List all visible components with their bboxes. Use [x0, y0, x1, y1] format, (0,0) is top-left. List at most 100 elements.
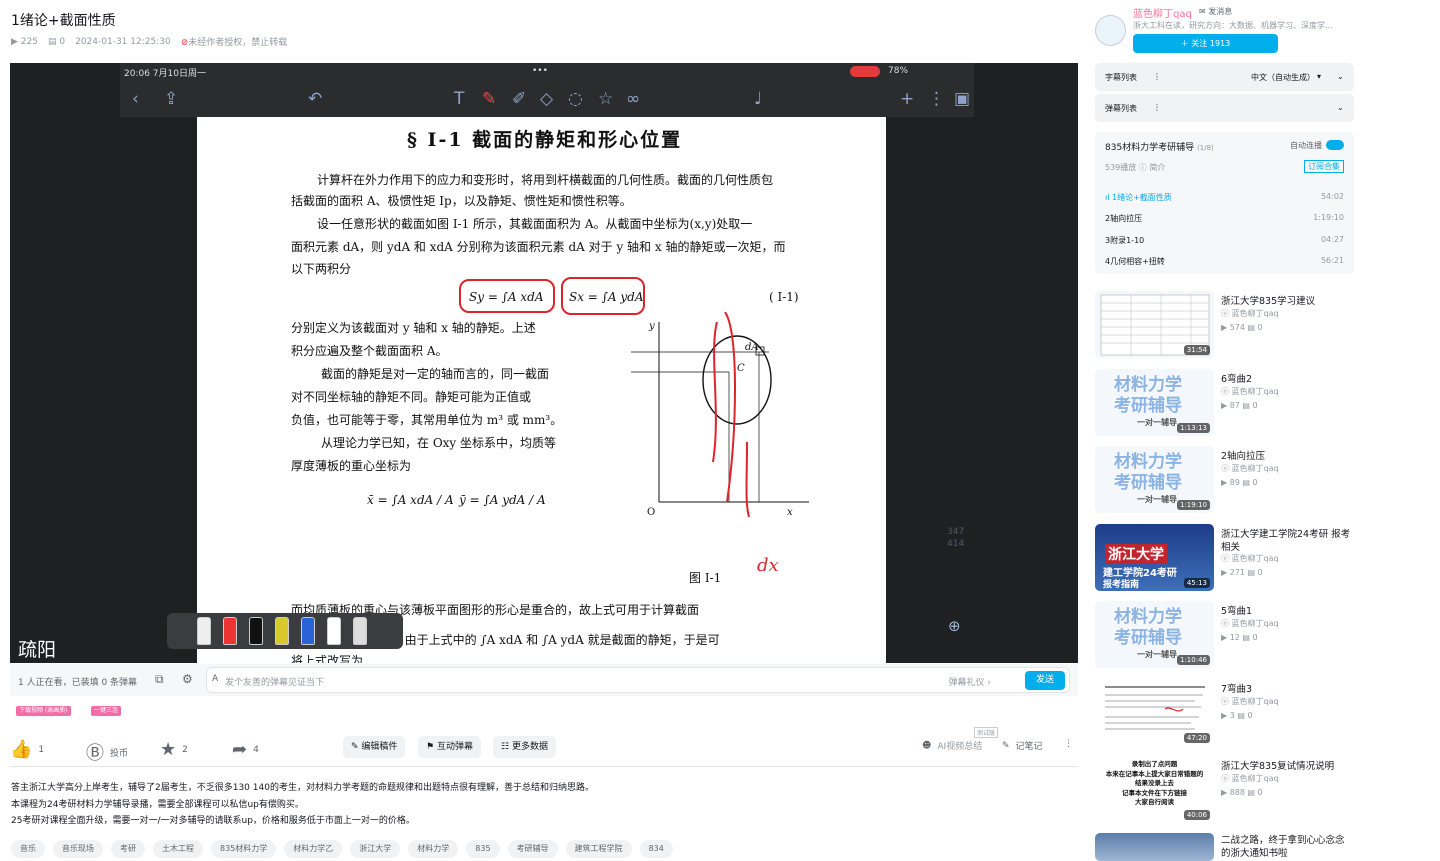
coin-icon: Ⓑ [86, 743, 104, 764]
pen-black-icon [249, 617, 263, 645]
send-button[interactable]: 发送 [1025, 671, 1065, 690]
text-tool-icon: T [454, 89, 465, 109]
thumbnail[interactable]: 材料力学 考研辅导 一对一辅导 1:10:46 [1095, 601, 1214, 668]
section-figure [631, 312, 809, 518]
recommended-video[interactable]: 材料力学 考研辅导 一对一辅导 1:13:13 6弯曲2 ⓤ 蓝色柳丁qaq ▶ … [1095, 369, 1355, 441]
chevron-down-icon[interactable]: ⌄ [1337, 72, 1344, 81]
message-link[interactable]: ✉ 发消息 [1199, 6, 1232, 17]
danmaku-toggle-icon[interactable]: ⧉ [155, 672, 164, 687]
tag[interactable]: 835材料力学 [211, 840, 277, 858]
zoom-icon[interactable]: ⊕ [948, 617, 961, 635]
thumbnail[interactable]: 47:20 [1095, 679, 1214, 746]
danmaku-list-panel[interactable]: 弹幕列表 ⋮ ⌄ [1095, 94, 1354, 122]
coin-button[interactable]: Ⓑ 投币 [86, 739, 128, 765]
favorite-button[interactable]: ★ 2 [160, 739, 188, 760]
link-icon: ∞ [626, 89, 641, 109]
edit-button[interactable]: ✎ 编辑稿件 [343, 736, 406, 758]
rec-title[interactable]: 浙江大学835学习建议 [1221, 295, 1353, 308]
tag[interactable]: 土木工程 [153, 840, 203, 858]
thumbnail[interactable]: 浙江大学 建工学院24考研 报考指南 45:13 [1095, 524, 1214, 591]
tag[interactable]: 考研 [111, 840, 145, 858]
tag[interactable]: 835 [466, 840, 500, 858]
doc-para: 负值，也可能等于零，其常用单位为 m³ 或 mm³。 [291, 413, 563, 427]
playlist-item[interactable]: 2轴向拉压 1:19:10 [1105, 213, 1344, 227]
recommended-video[interactable]: 31:54 浙江大学835学习建议 ⓤ 蓝色柳丁qaq ▶ 574 ▤ 0 [1095, 291, 1355, 363]
rec-stats: ▶ 888 ▤ 0 [1221, 788, 1263, 797]
tag[interactable]: 浙江大学 [350, 840, 401, 858]
doc-para: 厚度薄板的重心坐标为 [291, 459, 412, 473]
subscribe-button[interactable]: 订阅合集 [1304, 160, 1344, 173]
tag[interactable]: 834 [639, 840, 673, 858]
rec-title[interactable]: 6弯曲2 [1221, 373, 1353, 386]
tag[interactable]: 音乐现场 [53, 840, 103, 858]
rec-title[interactable]: 浙江大学835复试情况说明 [1221, 760, 1353, 773]
thumbnail[interactable]: 材料力学 考研辅导 一对一辅导 1:13:13 [1095, 369, 1214, 436]
tag[interactable]: 建筑工程学院 [565, 840, 632, 858]
interactive-danmaku-button[interactable]: ⚑ 互动弹幕 [418, 736, 481, 758]
doc-para: 设一任意形状的截面如图 I-1 所示，其截面面积为 A。从截面中坐标为(x,y)… [317, 217, 753, 231]
rec-uploader[interactable]: ⓤ 蓝色柳丁qaq [1221, 308, 1279, 319]
recommended-video[interactable]: 录制出了点问题 本来在记事本上提大家日常错题的 结果没录上去 记事本文件在下方链… [1095, 756, 1355, 828]
rec-title[interactable]: 7弯曲3 [1221, 683, 1353, 696]
test-badge: 测试版 [974, 727, 999, 738]
thumbnail[interactable]: 材料力学 考研辅导 一对一辅导 1:19:10 [1095, 446, 1214, 513]
tag[interactable]: 音乐 [11, 840, 45, 858]
subtitle-lang[interactable]: 中文（自动生成） [1251, 72, 1315, 83]
autoplay-toggle[interactable] [1326, 140, 1344, 150]
danmaku-etiquette-link[interactable]: 弹幕礼仪 › [949, 675, 991, 688]
follow-button[interactable]: ＋ 关注 1913 [1133, 34, 1278, 53]
rec-uploader[interactable]: ⓤ 蓝色柳丁qaq [1221, 463, 1279, 474]
share-button[interactable]: ➦ 4 [232, 739, 259, 760]
more-data-button[interactable]: ☷ 更多数据 [493, 736, 556, 758]
video-player[interactable]: 20:06 7月10日周一 ••• 78% ‹ ⇪ ↶ T ✎ ✐ ◇ ◌ ☆ … [10, 63, 1078, 663]
subtitle-panel[interactable]: 字幕列表 ⋮ 中文（自动生成） ▾ ⌄ [1095, 63, 1354, 91]
recommended-video[interactable]: 材料力学 考研辅导 一对一辅导 1:19:10 2轴向拉压 ⓤ 蓝色柳丁qaq ▶… [1095, 446, 1355, 518]
rec-uploader[interactable]: ⓤ 蓝色柳丁qaq [1221, 618, 1279, 629]
recommended-video[interactable]: 47:20 7弯曲3 ⓤ 蓝色柳丁qaq ▶ 3 ▤ 0 [1095, 679, 1355, 751]
playlist-item[interactable]: 3附录1-10 04:27 [1105, 235, 1344, 249]
danmaku-input[interactable]: A 发个友善的弹幕见证当下 弹幕礼仪 › 发送 [206, 667, 1070, 693]
ai-summary-button[interactable]: ☻ AI视频总结 [922, 739, 982, 753]
rec-uploader[interactable]: ⓤ 蓝色柳丁qaq [1221, 773, 1279, 784]
font-icon[interactable]: A [212, 674, 218, 684]
ipad-battery: 78% [888, 66, 909, 76]
danmaku-settings-icon[interactable]: ⚙ [182, 672, 193, 686]
avatar[interactable] [1095, 15, 1126, 46]
recommended-video[interactable]: 浙江大学 建工学院24考研 报考指南 45:13 浙江大学建工学院24考研 报考… [1095, 524, 1355, 596]
fig-dA: dA [745, 342, 759, 353]
chevron-down-icon[interactable]: ⌄ [1337, 103, 1344, 112]
tag[interactable]: 材料力学 [408, 840, 459, 858]
rec-title[interactable]: 2轴向拉压 [1221, 450, 1353, 463]
rec-title[interactable]: 二战之路，终于拿到心心念念的浙大通知书啦 [1221, 834, 1353, 860]
rec-uploader[interactable]: ⓤ 蓝色柳丁qaq [1221, 386, 1279, 397]
more-icon[interactable]: ⋮ [1153, 72, 1161, 81]
like-button[interactable]: 👍 1 [10, 739, 44, 760]
download-badge[interactable]: 下载视频 (高画质) [16, 706, 71, 716]
thumbnail[interactable]: 31:54 [1095, 291, 1214, 358]
rec-stats: ▶ 87 ▤ 0 [1221, 401, 1258, 410]
fig-y: y [649, 321, 655, 332]
recommended-video[interactable]: 二战之路，终于拿到心心念念的浙大通知书啦 [1095, 833, 1355, 861]
doc-para: 以下两积分 [291, 262, 352, 276]
rec-uploader[interactable]: ⓤ 蓝色柳丁qaq [1221, 553, 1279, 564]
more-icon[interactable]: ⋮ [1153, 103, 1161, 112]
publish-datetime: 2024-01-31 12:25:30 [75, 36, 171, 47]
pen-palette [167, 613, 403, 649]
danmaku-placeholder: 发个友善的弹幕见证当下 [225, 678, 325, 688]
caret-down-icon[interactable]: ▾ [1317, 72, 1321, 81]
uploader-name[interactable]: 蓝色柳丁qaq [1133, 5, 1192, 20]
rec-title[interactable]: 浙江大学建工学院24考研 报考相关 [1221, 528, 1353, 554]
tag[interactable]: 考研辅导 [507, 840, 558, 858]
lasso-icon: ◌ [568, 89, 583, 109]
recommended-video[interactable]: 材料力学 考研辅导 一对一辅导 1:10:46 5弯曲1 ⓤ 蓝色柳丁qaq ▶ … [1095, 601, 1355, 673]
tag[interactable]: 材料力学乙 [284, 840, 343, 858]
thumbnail[interactable]: 录制出了点问题 本来在记事本上提大家日常错题的 结果没录上去 记事本文件在下方链… [1095, 756, 1214, 823]
more-menu-icon[interactable]: ⋮ [1064, 739, 1073, 749]
playlist-item-active[interactable]: ıl 1绪论+截面性质 54:02 [1105, 192, 1344, 206]
thumbnail[interactable] [1095, 833, 1214, 861]
triple-badge[interactable]: 一键三连 [91, 706, 122, 716]
notes-button[interactable]: ✎ 记笔记 [1002, 739, 1043, 753]
rec-uploader[interactable]: ⓤ 蓝色柳丁qaq [1221, 696, 1279, 707]
playlist-item[interactable]: 4几何相容+扭转 56:21 [1105, 256, 1344, 270]
rec-title[interactable]: 5弯曲1 [1221, 605, 1353, 618]
